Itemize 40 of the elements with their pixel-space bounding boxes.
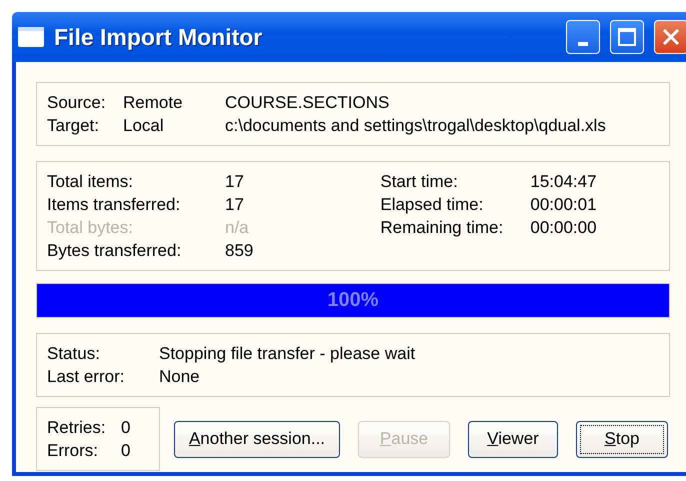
field-label: Target: [47,115,100,137]
field-value: n/a [225,217,249,239]
field-label: Total items: [47,171,134,193]
field-label: Last error: [47,366,126,388]
close-button[interactable] [654,20,686,54]
field-label: Bytes transferred: [47,240,182,262]
dialog-button[interactable]: Another session... [174,420,340,458]
field-value: 00:00:00 [530,217,597,239]
maximize-button[interactable] [610,20,644,54]
field-label: Status: [47,343,101,365]
maximize-icon [618,28,636,46]
field-value: 17 [225,171,244,193]
location-value: Remote [123,92,184,114]
field-value: 0 [121,417,130,439]
field-label: Retries: [47,417,107,439]
field-value: None [159,366,200,388]
field-value: 15:04:47 [530,171,597,193]
path-value: COURSE.SECTIONS [225,92,390,114]
minimize-button[interactable] [566,20,600,54]
field-value: 17 [225,194,244,216]
minimize-icon [578,42,588,46]
field-label: Source: [47,92,107,114]
field-label: Elapsed time: [380,194,484,216]
field-label: Total bytes: [47,217,134,239]
window-icon [18,27,44,47]
field-label: Errors: [47,440,99,462]
field-value: Stopping file transfer - please wait [159,343,416,365]
location-value: Local [123,115,165,137]
field-label: Remaining time: [380,217,504,239]
field-value: 859 [225,240,254,262]
close-icon [662,28,680,46]
progress-reading: 100% [326,288,380,313]
field-label: Start time: [380,171,459,193]
field-value: 0 [121,440,130,462]
dialog-button[interactable]: Stop [576,420,668,458]
window-title: File Import Monitor [54,24,264,50]
dialog-button[interactable]: Viewer [468,420,558,458]
field-value: 00:00:01 [530,194,597,216]
field-label: Items transferred: [47,194,182,216]
path-value: c:\documents and settings\trogal\desktop\qdual.xls [225,115,606,137]
